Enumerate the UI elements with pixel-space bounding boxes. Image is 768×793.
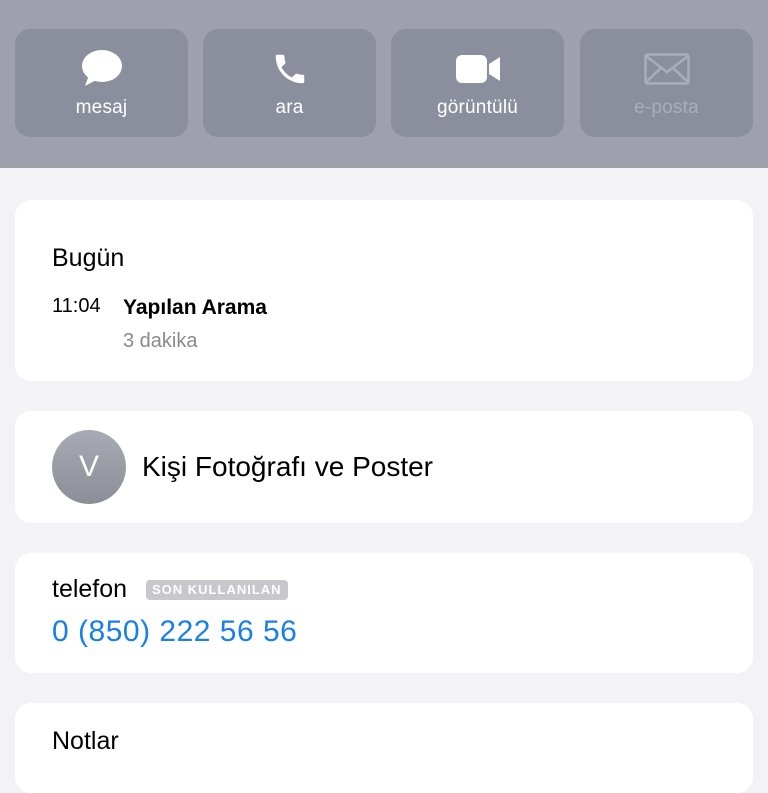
email-label: e-posta bbox=[634, 97, 699, 118]
contact-header: mesaj ara görüntülü e-posta bbox=[0, 0, 768, 168]
history-time: 11:04 bbox=[52, 295, 101, 317]
history-duration: 3 dakika bbox=[123, 330, 198, 352]
recent-badge: SON KULLANILAN bbox=[146, 580, 288, 600]
mail-icon bbox=[643, 49, 690, 89]
video-button[interactable]: görüntülü bbox=[391, 29, 564, 137]
video-label: görüntülü bbox=[436, 97, 519, 118]
message-button[interactable]: mesaj bbox=[15, 29, 188, 137]
email-button[interactable]: e-posta bbox=[580, 29, 753, 137]
notes-card[interactable]: Notlar bbox=[15, 703, 753, 793]
history-day: Bugün bbox=[52, 244, 125, 272]
call-button[interactable]: ara bbox=[203, 29, 376, 137]
call-label: ara bbox=[275, 97, 304, 118]
notes-label: Notlar bbox=[52, 727, 119, 755]
video-icon bbox=[455, 49, 501, 89]
phone-label: telefon bbox=[52, 575, 128, 603]
history-title: Yapılan Arama bbox=[123, 296, 267, 319]
phone-icon bbox=[271, 49, 309, 89]
contact-photo-poster-row[interactable]: V Kişi Fotoğrafı ve Poster bbox=[15, 411, 753, 523]
message-label: mesaj bbox=[75, 97, 128, 118]
phone-number-link[interactable]: 0 (850) 222 56 56 bbox=[52, 615, 297, 649]
avatar: V bbox=[52, 430, 126, 504]
phone-card: telefon SON KULLANILAN 0 (850) 222 56 56 bbox=[15, 553, 753, 673]
call-history-card: Bugün 11:04 Yapılan Arama 3 dakika bbox=[15, 200, 753, 381]
photo-poster-label: Kişi Fotoğrafı ve Poster bbox=[142, 451, 434, 482]
message-icon bbox=[81, 49, 123, 89]
